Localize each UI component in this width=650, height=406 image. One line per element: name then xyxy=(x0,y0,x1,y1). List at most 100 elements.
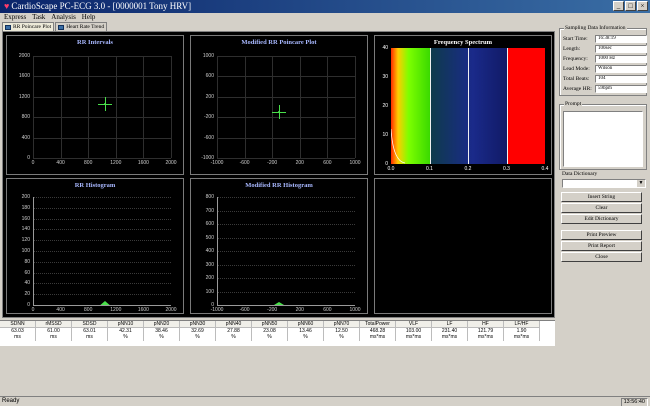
chevron-down-icon[interactable]: ▼ xyxy=(637,180,645,187)
gridline-horizontal xyxy=(33,56,171,57)
x-axis-line xyxy=(33,305,171,306)
metric-column: HF 121.79 ms*ms xyxy=(468,321,504,341)
empty-panel xyxy=(374,178,552,314)
close-dialog-button[interactable]: Close xyxy=(561,252,642,262)
band-divider xyxy=(429,48,431,164)
gridline-vertical xyxy=(115,56,117,158)
y-tick-label: -200 xyxy=(203,114,214,121)
sampling-field: Length: 100sec xyxy=(563,45,647,53)
y-tick-label: 40 xyxy=(24,280,30,287)
menu-task[interactable]: Task xyxy=(32,13,45,22)
metric-column: SDSD 63.01 ms xyxy=(72,321,108,341)
histogram-bar xyxy=(100,300,111,305)
metric-column: pNN30 32.69% xyxy=(180,321,216,341)
gridline-horizontal xyxy=(33,207,171,209)
metric-header: HF xyxy=(468,321,503,328)
gridline-horizontal xyxy=(33,229,171,231)
y-tick-label: 100 xyxy=(21,248,30,254)
y-tick-label: -600 xyxy=(203,134,214,141)
menu-analysis[interactable]: Analysis xyxy=(51,13,76,22)
metric-unit: % xyxy=(159,334,164,340)
x-tick-label: 2000 xyxy=(165,307,177,313)
gridline-horizontal xyxy=(217,158,355,159)
metric-header: LF/HF xyxy=(504,321,539,328)
y-tick-label: 2000 xyxy=(18,53,30,59)
y-axis-line xyxy=(217,197,218,305)
metric-column: pNN60 13.46% xyxy=(288,321,324,341)
gridline-horizontal xyxy=(217,96,355,98)
window-title: CardioScape PC-ECG 3.0 - [0000001 Tony H… xyxy=(11,1,192,11)
metric-header: pNN20 xyxy=(144,321,179,328)
minimize-button[interactable]: _ xyxy=(613,1,624,11)
title-bar: ♥ CardioScape PC-ECG 3.0 - [0000001 Tony … xyxy=(0,0,650,13)
metric-unit: ms*ms xyxy=(441,334,458,340)
metric-unit: ms*ms xyxy=(477,334,494,340)
gridline-vertical xyxy=(60,56,62,158)
histogram-peak xyxy=(274,302,285,305)
histogram-bar xyxy=(274,302,285,305)
y-tick-label: 400 xyxy=(21,134,30,141)
tab-rr-poincare-plot[interactable]: RR Poincare Plot xyxy=(2,22,55,31)
band-divider xyxy=(506,48,508,164)
chart-tab-icon xyxy=(5,24,11,30)
x-tick-label: 0 xyxy=(31,160,35,166)
rr-intervals-panel: RR Intervals 0 400 800 1200 1600 2000 2000 1600… xyxy=(6,35,184,175)
view-tabs: RR Poincare Plot Heart Rate Trend xyxy=(2,22,108,31)
gridline-horizontal xyxy=(33,218,171,220)
tab-heart-rate-trend[interactable]: Heart Rate Trend xyxy=(55,22,108,31)
frequency-spectrum-title: Frequency Spectrum xyxy=(433,39,493,46)
sampling-field: Frequency: 1000 Hz xyxy=(563,55,647,63)
menu-help[interactable]: Help xyxy=(82,13,96,22)
gridline-vertical xyxy=(355,56,356,158)
x-tick-label: 1200 xyxy=(110,160,122,166)
data-dictionary-select[interactable]: ▼ xyxy=(562,179,646,188)
metric-unit: ms xyxy=(50,334,57,340)
data-dictionary-label: Data Dictionary xyxy=(562,171,598,177)
gridline-horizontal xyxy=(33,137,171,139)
modified-rr-histogram-panel: Modified RR Histogram 800 700 600 500 400 300… xyxy=(190,178,368,314)
tab-label: RR Poincare Plot xyxy=(13,24,52,30)
gridline-horizontal xyxy=(217,237,355,239)
maximize-button[interactable]: □ xyxy=(625,1,636,11)
sampling-field: Average HR: 59bpm xyxy=(563,85,647,93)
x-tick-label: 2000 xyxy=(165,160,177,166)
x-tick-label: 0.1 xyxy=(426,166,433,172)
insert-string-button[interactable]: Insert String xyxy=(561,192,642,202)
print-report-button[interactable]: Print Report xyxy=(561,241,642,251)
metric-column: TotalPower 468.28 ms*ms xyxy=(360,321,396,341)
x-tick-label: 1600 xyxy=(137,160,149,166)
close-button[interactable]: × xyxy=(637,1,648,11)
spectrum-line xyxy=(391,128,406,164)
x-tick-label: 0.4 xyxy=(541,166,549,172)
metric-unit: ms xyxy=(86,334,93,340)
gridline-horizontal xyxy=(217,117,355,119)
y-tick-label: 0 xyxy=(385,161,388,167)
sampling-field-label: Start Time: xyxy=(563,36,588,42)
menu-express[interactable]: Express xyxy=(4,13,26,22)
modified-poincare-panel: Modified RR Poincare Plot -1000 -600 -200 2… xyxy=(190,35,368,175)
gridline-horizontal xyxy=(217,76,355,78)
edit-dictionary-button[interactable]: Edit Dictionary xyxy=(561,214,642,224)
gridline-horizontal xyxy=(217,137,355,139)
app-heart-icon: ♥ xyxy=(4,1,10,11)
y-tick-label: 800 xyxy=(205,194,214,200)
frequency-spectrum-panel: Frequency Spectrum 0.0 0.1 0.2 0.3 0.4 40 30 20… xyxy=(374,35,552,175)
status-bar: Ready 13:56:40 xyxy=(0,396,650,406)
gridline-vertical xyxy=(272,56,274,158)
gridline-horizontal xyxy=(33,197,171,198)
y-tick-label: 600 xyxy=(205,221,214,227)
sampling-field-value: 100sec xyxy=(595,45,647,53)
sampling-field-value: 59bpm xyxy=(595,85,647,93)
clear-button[interactable]: Clear xyxy=(561,203,642,213)
y-tick-label: 60 xyxy=(24,269,30,276)
metric-header: pNN70 xyxy=(324,321,359,328)
metric-unit: % xyxy=(303,334,308,340)
metric-header: LF xyxy=(432,321,467,328)
print-preview-button[interactable]: Print Preview xyxy=(561,230,642,240)
prompt-textarea[interactable] xyxy=(563,111,643,167)
gridline-horizontal xyxy=(33,117,171,119)
x-tick-label: 1200 xyxy=(110,307,122,313)
gridline-horizontal xyxy=(217,224,355,225)
metric-column: LF/HF 1.90 ms*ms xyxy=(504,321,540,341)
gridline-horizontal xyxy=(217,210,355,212)
